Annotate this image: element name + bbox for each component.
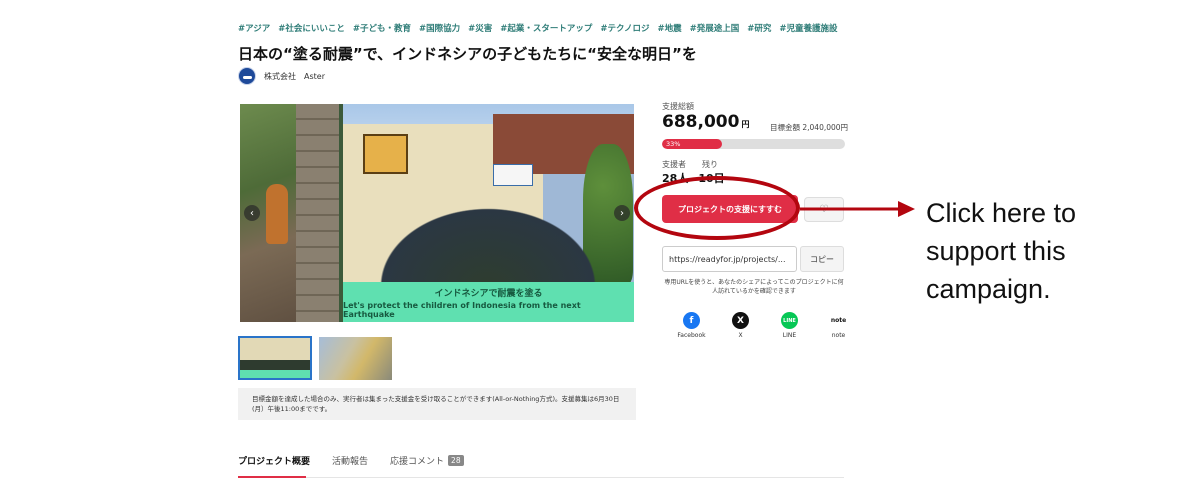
tabs-divider: [238, 477, 844, 478]
wall-texture: [296, 104, 339, 322]
tab-support-comments[interactable]: 応援コメント 28: [390, 454, 464, 467]
tag[interactable]: #研究: [747, 22, 771, 34]
remaining-label: 残り: [702, 160, 718, 169]
gallery-thumbnail-2[interactable]: [319, 337, 392, 380]
tag[interactable]: #国際協力: [419, 22, 460, 34]
social-label: note: [831, 332, 846, 339]
signboard: [363, 134, 408, 174]
tag-list: #アジア #社会にいいこと #子ども・教育 #国際協力 #災害 #起業・スタート…: [238, 22, 838, 34]
organizer-name[interactable]: Aster: [304, 72, 325, 81]
image-gallery[interactable]: インドネシアで耐震を塗る Let's protect the children …: [240, 104, 634, 322]
gallery-prev-button[interactable]: ‹: [244, 205, 260, 221]
share-facebook[interactable]: f Facebook: [667, 312, 716, 339]
share-x[interactable]: X X: [716, 312, 765, 339]
tab-activity-report[interactable]: 活動報告: [332, 454, 368, 467]
image-banner: インドネシアで耐震を塗る Let's protect the children …: [343, 282, 634, 322]
tag[interactable]: #社会にいいこと: [278, 22, 345, 34]
tab-label: プロジェクト概要: [238, 457, 311, 467]
gallery-image-current: インドネシアで耐震を塗る Let's protect the children …: [343, 104, 634, 322]
funding-progress-bar: 33%: [662, 139, 845, 149]
tab-label: 活動報告: [332, 457, 369, 467]
social-label: Facebook: [677, 332, 706, 339]
tag[interactable]: #子ども・教育: [353, 22, 411, 34]
stat-labels: 支援者 残り: [662, 159, 718, 170]
arrow-icon: [800, 201, 915, 217]
share-note: 専用URLを使うと、あなたのシェアによってこのプロジェクトに何人訪れているかを確…: [664, 279, 844, 295]
gallery-next-button[interactable]: ›: [614, 205, 630, 221]
amount-label: 支援総額: [662, 102, 694, 111]
banner-japanese: インドネシアで耐震を塗る: [434, 288, 543, 299]
tag[interactable]: #起業・スタートアップ: [500, 22, 592, 34]
tab-label: 応援コメント: [390, 457, 445, 467]
share-note[interactable]: note note: [814, 312, 863, 339]
active-tab-indicator: [238, 476, 306, 478]
tag[interactable]: #テクノロジ: [600, 22, 649, 34]
organizer-type: 株式会社: [264, 71, 296, 81]
amount-unit: 円: [741, 120, 750, 129]
painter-figure: [266, 184, 288, 244]
gallery-thumbnail-1[interactable]: [238, 336, 312, 380]
tag[interactable]: #児童養護施設: [779, 22, 837, 34]
facebook-icon: f: [683, 312, 700, 329]
amount-value: 688,000: [662, 112, 740, 132]
social-label: LINE: [782, 332, 797, 339]
group-of-people: [363, 196, 613, 286]
chevron-left-icon: ‹: [250, 207, 254, 219]
banner-english: Let's protect the children of Indonesia …: [343, 300, 581, 319]
goal-amount: 目標金額 2,040,000円: [770, 123, 849, 132]
page-title: 日本の“塗る耐震”で、インドネシアの子どもたちに“安全な明日”を: [238, 45, 697, 63]
tag[interactable]: #発展途上国: [690, 22, 740, 34]
tab-project-overview[interactable]: プロジェクト概要: [238, 454, 310, 467]
share-url-field[interactable]: https://readyfor.jp/projects/...: [662, 246, 797, 272]
tag[interactable]: #災害: [468, 22, 492, 34]
total-amount: 688,000 円: [662, 112, 749, 132]
callout-text: Click here to support this campaign.: [926, 198, 1077, 304]
organizer[interactable]: 株式会社 Aster: [238, 67, 325, 85]
supporters-label: 支援者: [662, 160, 686, 169]
copy-button[interactable]: コピー: [800, 246, 844, 272]
school-sign: [493, 164, 533, 186]
social-label: X: [738, 332, 743, 339]
project-tabs: プロジェクト概要 活動報告 応援コメント 28: [238, 454, 464, 467]
share-line[interactable]: LINE LINE: [765, 312, 814, 339]
note-icon: note: [830, 312, 847, 329]
chevron-right-icon: ›: [620, 207, 624, 219]
comment-count-badge: 28: [448, 455, 464, 466]
funding-notice: 目標金額を達成した場合のみ、実行者は集まった支援金を受け取ることができます(Al…: [238, 388, 636, 420]
social-share-list: f Facebook X X LINE LINE note note: [667, 312, 863, 339]
tag[interactable]: #アジア: [238, 22, 270, 34]
highlight-circle: [634, 176, 800, 240]
avatar[interactable]: [238, 67, 256, 85]
tag[interactable]: #地震: [658, 22, 682, 34]
line-icon: LINE: [781, 312, 798, 329]
progress-fill: 33%: [662, 139, 723, 149]
x-icon: X: [732, 312, 749, 329]
